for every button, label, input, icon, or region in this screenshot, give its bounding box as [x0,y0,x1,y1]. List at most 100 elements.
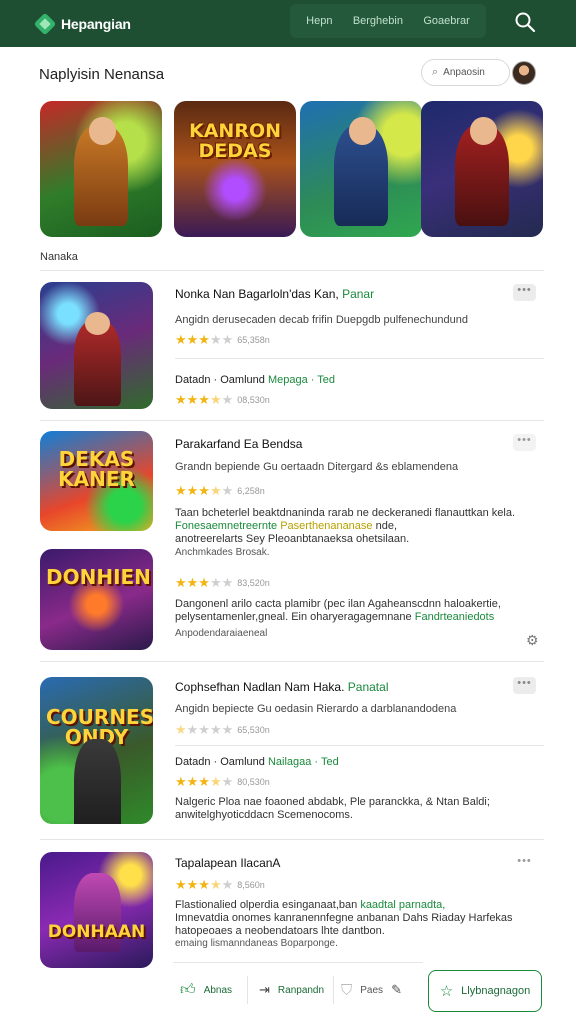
divider [40,270,544,271]
item-3-para-line-2b: Fandrteaniedots [414,611,495,623]
item-1-sub-rating-count: 08,530n [237,395,270,405]
item-3-rating-count: 83,520n [237,578,270,588]
item-1-rating-count: 65,358n [237,335,270,345]
divider [247,976,248,1004]
item-4-title[interactable]: Cophsefhan Nadlan Nam Haka. Panatal [175,680,388,694]
item-2-para-line-2c: nde, [375,520,398,532]
item-1-title-tag: Panar [342,287,375,301]
item-4-paragraph: Nalgeric Ploa nae foaoned abdabk, Ple pa… [175,796,535,822]
item-5-rating: ★★★★★ 8,560n [175,877,265,893]
item-3-para-line-1: Dangonenl arilo cacta plamibr (pec ilan … [175,598,501,610]
item-4-stars-icon: ★★★★★ [175,722,234,737]
item-4-rating: ★★★★★ 65,530n [175,722,270,738]
nav-item-3[interactable]: Goaebrar [423,15,469,27]
featured-tile-4[interactable] [421,101,543,237]
item-4-sub-rating-count: 80,530n [237,777,270,787]
item-5-paragraph: Flastionalied olperdia esinganaat,ban ka… [175,899,535,938]
item-5-more-button[interactable]: ••• [513,855,536,872]
featured-title-2: KANRON DEDAS [188,120,281,162]
nav-item-2[interactable]: Berghebin [353,15,403,27]
settings-icon[interactable]: ⚙ [526,632,539,649]
item-4-sub-stars-icon: ★★★★★ [175,774,234,789]
item-2-title[interactable]: Parakarfand Ea Bendsa [175,437,302,451]
divider [40,420,544,421]
item-3-thumbnail[interactable]: DONHIEN [40,549,153,650]
brand-name: Hepangian [61,15,131,32]
item-1-rating: ★★★★★ 65,358n [175,332,270,348]
item-5-stars-icon: ★★★★★ [175,877,234,892]
item-1-stars-icon: ★★★★★ [175,332,234,347]
item-1-sub-row: Datadn · Oamlund Mepaga · Ted [175,374,335,386]
action-button-2[interactable]: ⇥ Ranpandn [259,974,324,1006]
nav-item-1[interactable]: Hepn [306,15,332,27]
item-2-stars-icon: ★★★★★ [175,483,234,498]
item-2-para-line-1: Taan bcheterlel beaktdnaninda rarab ne d… [175,507,516,519]
item-2-paragraph: Taan bcheterlel beaktdnaninda rarab ne d… [175,507,535,546]
action-3-label: Paes [360,984,384,996]
avatar[interactable] [512,61,536,85]
item-5-para-line-1b: kaadtal parnadta, [360,899,446,911]
item-1-more-button[interactable]: ••• [513,284,536,301]
item-3-thumb-text: DONHIEN [46,565,151,589]
primary-action-button[interactable]: ☆ Llybnagnagon [428,970,542,1012]
item-2-para-line-2b: Paserthenananase [280,520,373,532]
action-button-3[interactable]: ⛉ Paes ✎ [341,974,402,1006]
shield-icon: ⛉ [341,981,353,999]
item-3-para-line-2a: pelysentamenler,gneal. Ein oharyeragagem… [175,611,412,623]
featured-tile-1[interactable] [40,101,162,237]
action-1-label: Abnas [203,984,233,996]
share-icon: ⇥ [259,982,270,997]
star-outline-icon: ☆ [439,983,454,1000]
item-1-description: Angidn derusecaden decab frifin Duepgdb … [175,314,468,326]
item-2-rating: ★★★★★ 6,258n [175,483,265,499]
item-2-para-line-3: anotreerelarts Sey Pleoanbtanaeksa ohets… [175,533,410,545]
item-3-stars-icon: ★★★★★ [175,575,234,590]
item-4-para-line-1: Nalgeric Ploa nae foaoned abdabk, Ple pa… [175,796,490,808]
item-1-sub-tag[interactable]: Mepaga · Ted [268,374,335,386]
section-title: Naplyisin Nenansa [39,66,165,83]
item-1-title[interactable]: Nonka Nan Bagarloln'das Kan, Panar [175,287,374,301]
divider [175,745,544,746]
app-logo-icon [33,12,57,35]
search-small-icon: ⌕ [432,66,439,78]
item-4-sub-row: Datadn · Oamlund Nailagaa · Ted [175,756,339,768]
top-app-bar: Hepangian Hepn Berghebin Goaebrar [0,0,576,47]
item-4-thumbnail[interactable]: COURNES ONDY [40,677,153,824]
item-2-para-line-2a: Fonesaemnetreernte [175,520,278,532]
item-1-thumbnail[interactable] [40,282,153,409]
item-4-description: Angidn bepiecte Gu oedasin Rierardo a da… [175,703,457,715]
item-4-sub-label: Datadn · Oamlund [175,756,265,768]
search-input[interactable]: ⌕ Anpaosin [421,59,510,86]
item-1-sub-stars-icon: ★★★★★ [175,392,234,407]
edit-icon: ✎ [391,982,402,997]
item-5-thumbnail[interactable]: DONHAAN [40,852,153,968]
item-3-meta: Anpodendaraiaeneal [175,628,268,639]
primary-action-label: Llybnagnagon [461,985,531,997]
item-4-sub-rating: ★★★★★ 80,530n [175,774,270,790]
item-5-para-line-3: hatopeoaes a neobendatoars lhte dantbon. [175,925,385,937]
action-button-1[interactable]: 👍︎ Abnas [180,974,232,1006]
item-2-more-button[interactable]: ••• [513,434,536,451]
item-3-paragraph: Dangonenl arilo cacta plamibr (pec ilan … [175,598,535,624]
item-2-thumbnail[interactable]: DEKAS KANER [40,431,153,531]
item-5-rating-count: 8,560n [237,880,265,890]
item-2-rating-count: 6,258n [237,486,265,496]
divider [333,976,334,1004]
item-4-title-text: Cophsefhan Nadlan Nam Haka. [175,680,345,694]
featured-tile-3[interactable] [300,101,422,237]
thumbs-up-icon: 👍︎ [180,981,196,998]
featured-tile-2[interactable]: KANRON DEDAS [174,101,296,237]
item-1-title-text: Nonka Nan Bagarloln'das Kan, [175,287,339,301]
search-icon[interactable] [513,10,537,34]
item-5-title[interactable]: Tapalapean IlacanA [175,856,280,870]
top-nav: Hepn Berghebin Goaebrar [290,4,486,38]
item-2-meta: Anchmkades Brosak. [175,547,270,558]
item-5-para-line-2: Imnevatdia onomes kanranennfegne anbanan… [175,912,513,924]
item-2-thumb-text: DEKAS KANER [58,447,135,491]
divider [40,839,544,840]
item-4-rating-count: 65,530n [237,725,270,735]
item-1-sub-rating: ★★★★★ 08,530n [175,392,270,408]
item-4-sub-tag[interactable]: Nailagaa · Ted [268,756,339,768]
item-4-more-button[interactable]: ••• [513,677,536,694]
item-5-meta: emaing lismanndaneas Boparponge. [175,938,338,949]
